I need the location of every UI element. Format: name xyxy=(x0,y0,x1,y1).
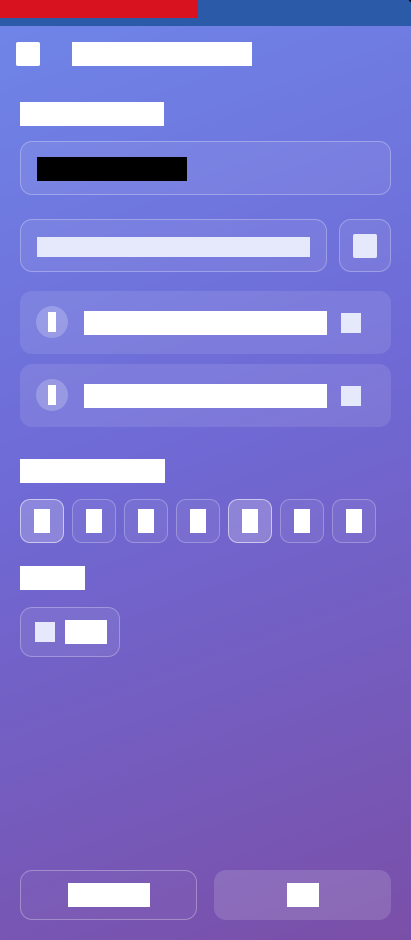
day-chip-label xyxy=(294,509,310,533)
day-chip[interactable] xyxy=(228,499,272,543)
page-title xyxy=(72,42,252,66)
list-item[interactable] xyxy=(20,364,391,427)
plus-icon xyxy=(353,233,377,258)
checkbox-pill[interactable] xyxy=(20,607,120,657)
day-chip[interactable] xyxy=(20,499,64,543)
browser-top-bar xyxy=(0,0,411,26)
day-chip-label xyxy=(242,509,258,533)
info-icon xyxy=(36,306,68,338)
secondary-button[interactable] xyxy=(20,870,197,920)
add-button[interactable] xyxy=(339,219,391,272)
arrow-left-icon[interactable] xyxy=(16,42,40,66)
top-right-corner-diagonal xyxy=(355,0,411,3)
day-chip[interactable] xyxy=(124,499,168,543)
list-item-label xyxy=(84,384,327,408)
checkbox-label xyxy=(65,620,107,644)
list-item-label xyxy=(84,311,327,335)
day-chip-label xyxy=(34,509,50,533)
header xyxy=(16,42,252,66)
day-chip-label xyxy=(138,509,154,533)
info-icon xyxy=(36,379,68,411)
day-chip-label xyxy=(346,509,362,533)
day-chip[interactable] xyxy=(176,499,220,543)
day-chip-group xyxy=(20,499,376,543)
section-label-2 xyxy=(20,459,165,483)
close-icon[interactable] xyxy=(341,386,361,406)
day-chip[interactable] xyxy=(72,499,116,543)
top-accent-strip xyxy=(0,0,198,18)
day-chip[interactable] xyxy=(332,499,376,543)
text-input-field[interactable] xyxy=(20,219,327,272)
close-icon[interactable] xyxy=(341,313,361,333)
secondary-button-label xyxy=(67,883,150,907)
day-chip[interactable] xyxy=(280,499,324,543)
section-label-3 xyxy=(20,566,85,590)
text-input-value[interactable] xyxy=(37,237,310,257)
section-label-1 xyxy=(20,102,164,126)
primary-button-label xyxy=(286,883,319,907)
day-chip-label xyxy=(190,509,206,533)
checkbox[interactable] xyxy=(35,622,55,642)
list-item[interactable] xyxy=(20,291,391,354)
value-display xyxy=(37,157,187,181)
primary-button[interactable] xyxy=(214,870,391,920)
value-display-card xyxy=(20,141,391,195)
day-chip-label xyxy=(86,509,102,533)
